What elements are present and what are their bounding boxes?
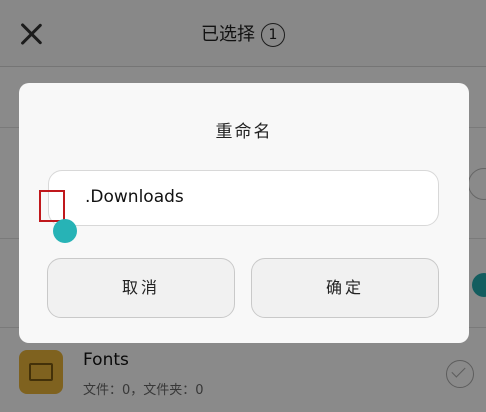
- text-cursor-handle[interactable]: [53, 219, 77, 243]
- rename-dialog: 重命名 .Downloads 取消 确定: [19, 83, 469, 343]
- cancel-button[interactable]: 取消: [47, 258, 235, 318]
- rename-input[interactable]: .Downloads: [48, 170, 439, 226]
- rename-input-value[interactable]: .Downloads: [85, 187, 184, 207]
- confirm-button[interactable]: 确定: [251, 258, 439, 318]
- dialog-title: 重命名: [215, 122, 273, 142]
- cursor-highlight-box: [39, 190, 65, 222]
